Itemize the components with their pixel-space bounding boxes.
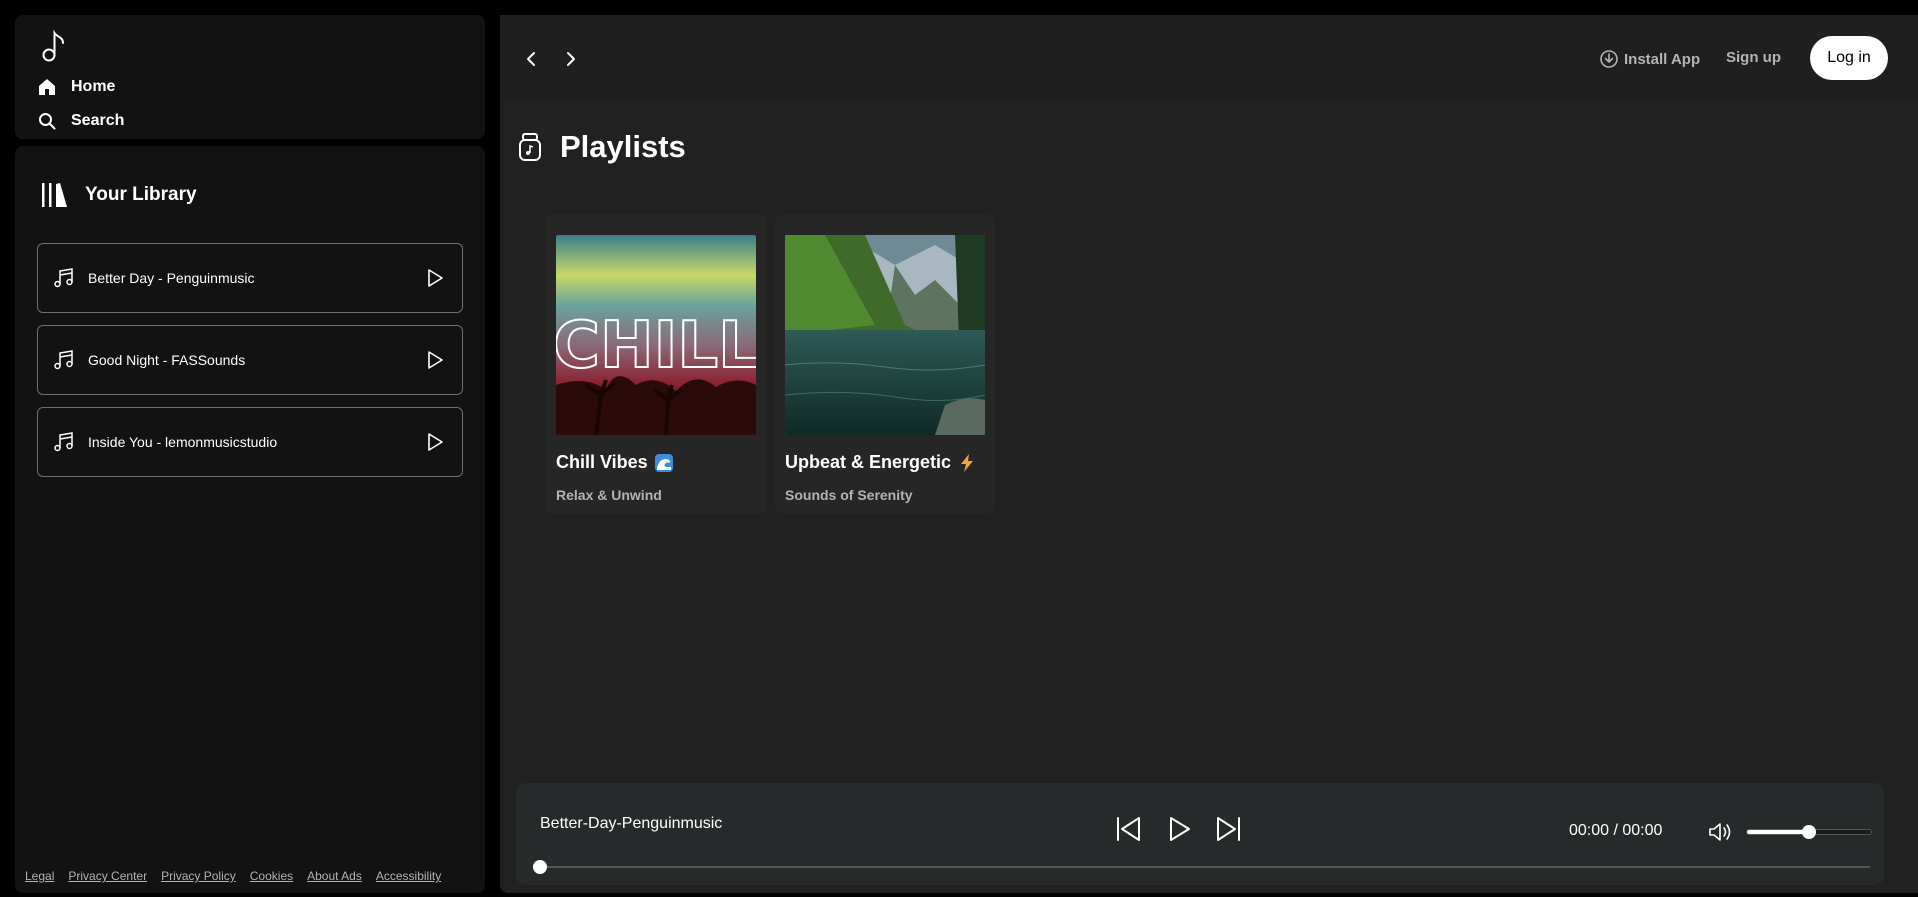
playlist-title-text: Upbeat & Energetic [785, 452, 952, 472]
music-notes-icon [54, 350, 73, 370]
library-track[interactable]: Better Day - Penguinmusic [37, 243, 463, 313]
volume-fill [1747, 830, 1809, 834]
time-display: 00:00 / 00:00 [1569, 822, 1663, 839]
volume-icon[interactable] [1707, 821, 1733, 843]
now-playing-title: Better-Day-Penguinmusic [540, 815, 723, 832]
footer-link-privacy-policy[interactable]: Privacy Policy [161, 869, 236, 883]
playlist-title: Chill Vibes [556, 452, 674, 473]
library-track[interactable]: Inside You - lemonmusicstudio [37, 407, 463, 477]
section-header: Playlists [516, 129, 686, 165]
library-title: Your Library [85, 184, 197, 205]
progress-bar[interactable] [533, 860, 1870, 874]
play-icon[interactable] [1163, 813, 1195, 845]
main-content: Install App Sign up Log in Playlists CHI… [500, 15, 1918, 893]
library-track[interactable]: Good Night - FASSounds [37, 325, 463, 395]
nav-search-label: Search [71, 112, 125, 129]
track-label: Good Night - FASSounds [88, 352, 246, 368]
volume-thumb[interactable] [1802, 825, 1816, 839]
cover-art-text: CHILL [556, 309, 756, 383]
library-header[interactable]: Your Library [39, 180, 197, 210]
playlist-subtitle: Sounds of Serenity [785, 487, 913, 503]
nav-home-label: Home [71, 78, 116, 95]
log-in-button[interactable]: Log in [1810, 36, 1888, 80]
nav-search[interactable]: Search [27, 107, 473, 135]
footer-link-legal[interactable]: Legal [25, 869, 54, 883]
skip-next-icon[interactable] [1213, 813, 1245, 845]
footer-links: Legal Privacy Center Privacy Policy Cook… [25, 869, 455, 883]
track-label: Better Day - Penguinmusic [88, 270, 255, 286]
sign-up-button[interactable]: Sign up [1726, 49, 1781, 66]
play-icon[interactable] [424, 349, 446, 371]
playlist-jar-icon [519, 133, 541, 161]
playlist-title-text: Chill Vibes [556, 452, 648, 472]
volume-slider[interactable] [1746, 825, 1872, 839]
top-bar: Install App Sign up Log in [500, 15, 1918, 99]
playlist-card[interactable]: CHILL Chill Vibes Relax & Unwind [546, 215, 766, 513]
footer-link-privacy-center[interactable]: Privacy Center [68, 869, 147, 883]
install-app-label: Install App [1624, 50, 1701, 68]
download-circle-icon [1600, 50, 1618, 68]
install-app-button[interactable]: Install App [1599, 49, 1700, 69]
playlist-title: Upbeat & Energetic [785, 452, 977, 473]
playlist-cover-image [785, 235, 985, 435]
library-icon [42, 183, 67, 207]
chevron-left-icon[interactable] [522, 49, 542, 69]
playlist-card[interactable]: Upbeat & Energetic Sounds of Serenity [775, 215, 995, 513]
progress-thumb[interactable] [533, 860, 547, 874]
footer-link-about-ads[interactable]: About Ads [307, 869, 362, 883]
music-notes-icon [54, 432, 73, 452]
footer-link-accessibility[interactable]: Accessibility [376, 869, 441, 883]
home-icon [37, 77, 57, 97]
playlist-cover-image: CHILL [556, 235, 756, 435]
music-notes-icon [54, 268, 73, 288]
music-note-logo-icon[interactable] [41, 29, 69, 63]
app-root: Home Search Your Library Better Day - Pe… [0, 0, 1918, 897]
footer-link-cookies[interactable]: Cookies [250, 869, 293, 883]
audio-player: Better-Day-Penguinmusic 00:00 / 00:00 [516, 783, 1884, 885]
library-panel: Your Library Better Day - Penguinmusic G… [15, 146, 485, 893]
track-label: Inside You - lemonmusicstudio [88, 434, 278, 450]
playlist-subtitle: Relax & Unwind [556, 487, 662, 503]
nav-home[interactable]: Home [27, 73, 473, 101]
nav-panel: Home Search [15, 15, 485, 139]
play-icon[interactable] [424, 267, 446, 289]
skip-previous-icon[interactable] [1112, 813, 1144, 845]
page-title: Playlists [560, 129, 686, 164]
lightning-icon [961, 453, 974, 472]
wave-icon [654, 453, 673, 472]
search-icon [37, 111, 57, 131]
play-icon[interactable] [424, 431, 446, 453]
chevron-right-icon[interactable] [560, 49, 580, 69]
